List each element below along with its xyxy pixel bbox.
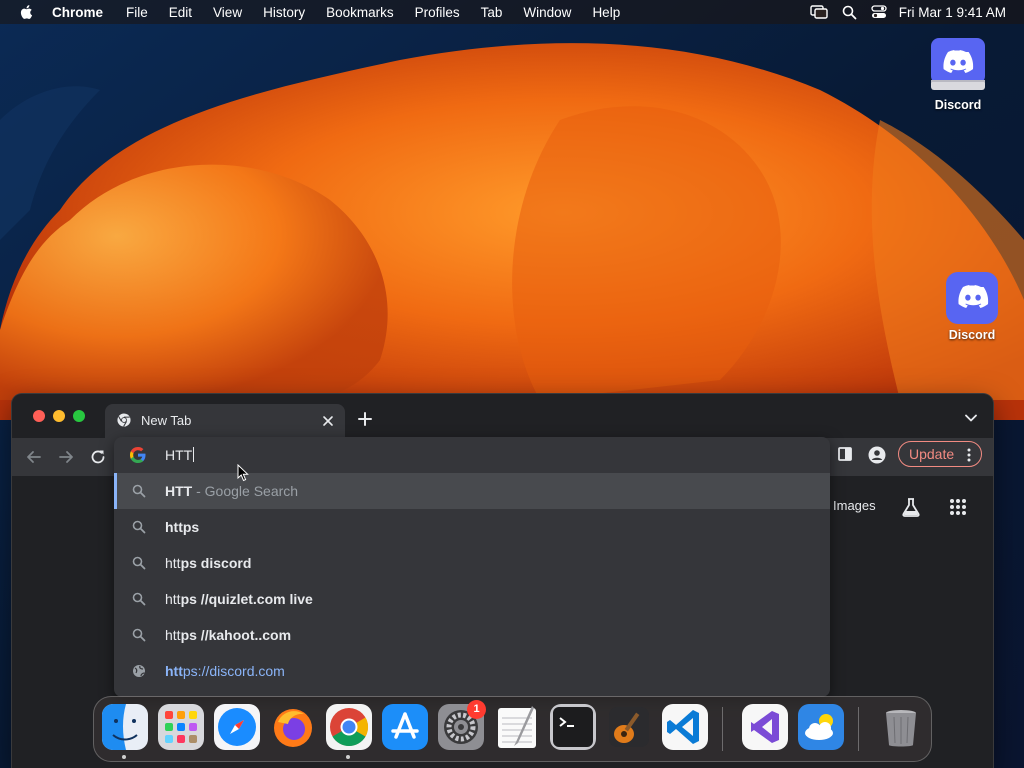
update-label: Update [909,446,955,462]
profile-avatar-icon[interactable] [868,446,886,464]
menu-edit[interactable]: Edit [169,5,192,20]
search-icon [132,484,146,498]
spotlight-search-icon[interactable] [842,5,857,20]
close-window-button[interactable] [33,410,45,422]
terminal-icon [550,704,596,750]
tab-title: New Tab [141,413,192,428]
dock-visual-studio[interactable] [742,704,788,750]
suggestion-quizlet[interactable]: https //quizlet.com live [114,581,830,617]
finder-icon [102,704,148,750]
running-indicator [346,755,350,759]
discord-drive-icon [931,38,985,90]
running-indicator [122,755,126,759]
update-button[interactable]: Update [898,441,982,467]
address-bar-text: HTT [165,447,195,463]
menu-app-chrome[interactable]: Chrome [52,5,103,20]
chrome-icon [326,704,372,750]
firefox-icon [274,709,312,747]
more-menu-icon[interactable] [967,448,971,462]
screen-mirroring-icon[interactable] [810,5,828,19]
weather-cloud-icon [798,704,844,750]
trash-icon [886,710,916,747]
search-icon [132,556,146,570]
menu-file[interactable]: File [126,5,148,20]
reload-icon[interactable] [89,448,107,466]
visual-studio-icon [742,704,788,750]
menu-tab[interactable]: Tab [481,5,503,20]
search-icon [132,520,146,534]
tab-strip: New Tab [12,394,993,438]
garageband-guitar-icon [609,707,649,747]
forward-arrow-icon[interactable] [57,448,75,466]
minimize-window-button[interactable] [53,410,65,422]
dock-textedit[interactable] [494,704,540,750]
labs-flask-icon[interactable] [900,496,922,518]
dock-separator [722,707,723,751]
dock-visual-studio-code[interactable] [662,704,708,750]
dock-firefox[interactable] [270,704,316,750]
dock-garageband[interactable] [606,704,652,750]
dock-separator [858,707,859,751]
status-area: Fri Mar 1 9:41 AM [796,0,1006,24]
vscode-icon [662,704,708,750]
back-arrow-icon[interactable] [25,448,43,466]
dock-trash[interactable] [878,704,924,750]
search-icon [132,592,146,606]
images-link[interactable]: Images [833,498,876,513]
launchpad-icon [158,704,204,750]
address-bar[interactable]: HTT [114,437,830,473]
mouse-cursor-icon [237,464,249,482]
dock-app-store[interactable] [382,704,428,750]
menu-history[interactable]: History [263,5,305,20]
desktop-icon-discord-app[interactable]: Discord [936,272,1008,342]
desktop-icon-discord-drive[interactable]: Discord [922,36,994,112]
dock-weather[interactable] [798,704,844,750]
suggestion-google-search[interactable]: HTT - Google Search [114,473,830,509]
tab-new-tab[interactable]: New Tab [105,404,345,438]
menu-help[interactable]: Help [592,5,620,20]
menubar-clock[interactable]: Fri Mar 1 9:41 AM [899,5,1006,20]
safari-icon [214,704,260,750]
desktop-icon-label: Discord [948,328,996,342]
menu-view[interactable]: View [213,5,242,20]
desktop-icon-label: Discord [934,98,982,112]
menu-bookmarks[interactable]: Bookmarks [326,5,394,20]
google-g-icon [130,447,146,463]
suggestion-https-discord[interactable]: https discord [114,545,830,581]
dock-safari[interactable] [214,704,260,750]
menu-window[interactable]: Window [523,5,571,20]
zoom-window-button[interactable] [73,410,85,422]
notification-badge: 1 [467,700,486,719]
dock-google-chrome[interactable] [326,704,372,750]
dock [93,696,932,762]
dock-finder[interactable] [102,704,148,750]
dock-terminal[interactable] [550,704,596,750]
new-tab-icon[interactable] [357,411,373,427]
suggestion-discord-url[interactable]: https://discord.com [114,653,830,689]
close-tab-icon[interactable] [319,412,337,430]
textedit-icon [498,706,536,748]
menu-profiles[interactable]: Profiles [415,5,460,20]
suggestion-https[interactable]: https [114,509,830,545]
omnibox-dropdown: HTT HTT - Google Search https https disc… [114,437,830,697]
control-center-icon[interactable] [871,5,887,19]
globe-icon [133,665,145,677]
discord-app-icon [946,272,998,324]
dock-launchpad[interactable] [158,704,204,750]
menu-bar: Chrome File Edit View History Bookmarks … [0,0,1024,24]
search-icon [132,628,146,642]
app-store-icon [382,704,428,750]
side-panel-icon[interactable] [837,446,853,462]
suggestion-kahoot[interactable]: https //kahoot..com [114,617,830,653]
apple-menu-icon[interactable] [18,3,36,21]
chrome-favicon-icon [117,413,131,427]
google-apps-icon[interactable] [949,498,967,516]
chevron-down-icon[interactable] [965,414,977,422]
